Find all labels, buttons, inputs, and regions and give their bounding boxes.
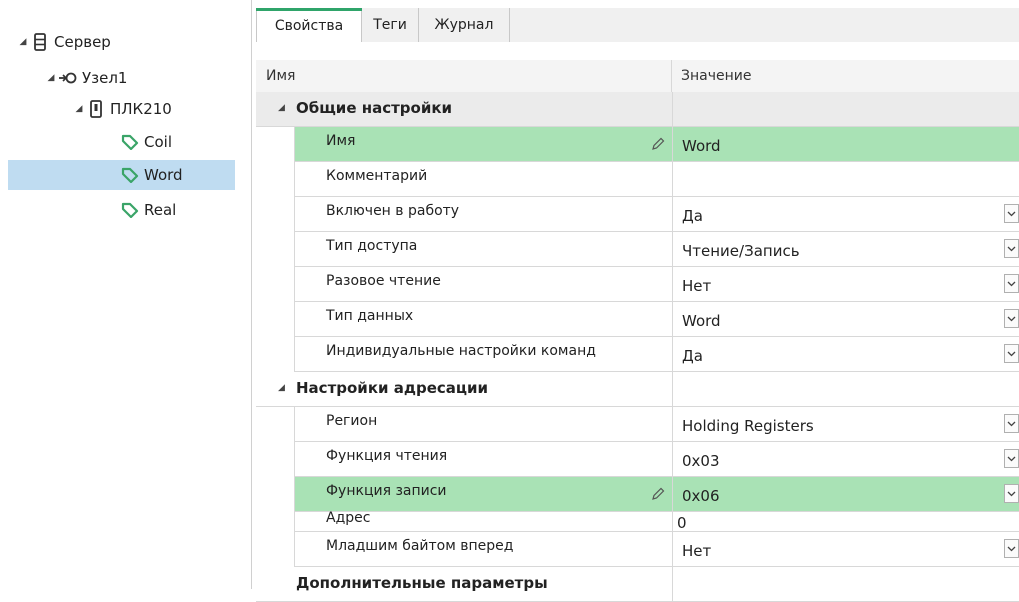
tab-properties[interactable]: Свойства [256,8,362,43]
property-value[interactable]: 0x06 [682,487,720,505]
tab-strip: Свойства Теги Журнал [256,8,1019,43]
chevron-down-icon [1007,281,1016,286]
tree-node-server[interactable]: ◢ Сервер [16,27,111,57]
property-row-enabled[interactable]: Включен в работу Да [256,197,1019,232]
tag-icon [120,132,140,152]
property-name: Функция чтения [326,448,448,464]
dropdown-button[interactable] [1004,344,1019,363]
property-name: Адрес [326,510,371,526]
project-tree: ◢ Сервер ◢ Узел1 ◢ ПЛК210 Coil Word Real [0,0,250,589]
chevron-down-icon [1007,421,1016,426]
property-value[interactable]: Чтение/Запись [682,242,800,260]
property-grid: Имя Значение ◢ Общие настройки Имя Word … [256,42,1019,602]
tree-node-label: Coil [144,133,172,151]
property-row-region[interactable]: Регион Holding Registers [256,407,1019,442]
column-header-name[interactable]: Имя [266,60,295,92]
property-row-address[interactable]: Адрес 0 [256,510,1019,532]
expand-caret-icon[interactable]: ◢ [72,104,86,114]
category-label: Общие настройки [296,99,453,117]
property-row-access-type[interactable]: Тип доступа Чтение/Запись [256,232,1019,267]
property-row-comment[interactable]: Комментарий [256,162,1019,197]
tree-node-plc[interactable]: ◢ ПЛК210 [72,94,172,124]
category-label: Дополнительные параметры [296,574,548,592]
tree-node-label: ПЛК210 [110,100,172,118]
tree-node-label: Узел1 [82,69,128,87]
property-value[interactable]: Да [682,347,703,365]
dropdown-button[interactable] [1004,274,1019,293]
tree-node-label: Word [144,166,183,184]
property-row-individual-commands[interactable]: Индивидуальные настройки команд Да [256,337,1019,372]
property-value[interactable]: Нет [682,277,711,295]
plc-device-icon [86,99,106,119]
property-value[interactable]: Нет [682,542,711,560]
property-row-name[interactable]: Имя Word [256,127,1019,162]
property-value[interactable]: Holding Registers [682,417,814,435]
category-general[interactable]: ◢ Общие настройки [256,92,1019,127]
panel-divider[interactable] [251,0,252,589]
dropdown-button[interactable] [1004,484,1019,503]
collapse-caret-icon[interactable]: ◢ [278,103,285,113]
property-row-write-function[interactable]: Функция записи 0x06 [256,477,1019,512]
tag-icon [120,165,140,185]
property-name: Тип данных [326,308,414,324]
property-row-low-byte-first[interactable]: Младшим байтом вперед Нет [256,532,1019,567]
tab-journal[interactable]: Журнал [419,8,510,42]
column-divider[interactable] [671,60,672,92]
property-name: Имя [326,133,356,149]
dropdown-button[interactable] [1004,414,1019,433]
property-value[interactable]: Да [682,207,703,225]
chevron-down-icon [1007,491,1016,496]
property-name: Включен в работу [326,203,460,219]
property-name: Регион [326,413,378,429]
category-extra-parameters[interactable]: Дополнительные параметры [256,567,1019,602]
pencil-icon [652,137,665,150]
tree-tag-coil[interactable]: Coil [120,127,172,157]
property-name: Индивидуальные настройки команд [326,343,596,359]
category-addressing[interactable]: ◢ Настройки адресации [256,372,1019,407]
tag-icon [120,200,140,220]
property-name: Тип доступа [326,238,418,254]
property-value[interactable]: Word [682,312,721,330]
tree-node-uzel[interactable]: ◢ Узел1 [44,63,128,93]
tree-node-label: Real [144,201,177,219]
dropdown-button[interactable] [1004,309,1019,328]
property-name: Комментарий [326,168,428,184]
property-row-data-type[interactable]: Тип данных Word [256,302,1019,337]
dropdown-button[interactable] [1004,449,1019,468]
column-header-value[interactable]: Значение [681,60,751,92]
property-row-read-function[interactable]: Функция чтения 0x03 [256,442,1019,477]
tab-tags[interactable]: Теги [362,8,419,42]
property-name: Функция записи [326,483,447,499]
property-name: Младшим байтом вперед [326,538,514,554]
chevron-down-icon [1007,246,1016,251]
collapse-caret-icon[interactable]: ◢ [278,383,285,393]
expand-caret-icon[interactable]: ◢ [44,73,58,83]
tree-tag-word[interactable]: Word [8,160,235,190]
chevron-down-icon [1007,316,1016,321]
property-value[interactable]: 0x03 [682,452,720,470]
chevron-down-icon [1007,546,1016,551]
property-value[interactable]: 0 [677,514,687,532]
property-name: Разовое чтение [326,273,441,289]
node-connection-icon [58,68,78,88]
chevron-down-icon [1007,456,1016,461]
dropdown-button[interactable] [1004,204,1019,223]
chevron-down-icon [1007,211,1016,216]
tree-tag-real[interactable]: Real [120,195,176,225]
server-icon [30,32,50,52]
tree-node-label: Сервер [54,33,111,51]
grid-header: Имя Значение [256,60,1019,93]
dropdown-button[interactable] [1004,539,1019,558]
property-value[interactable]: Word [682,137,721,155]
dropdown-button[interactable] [1004,239,1019,258]
chevron-down-icon [1007,351,1016,356]
property-row-single-read[interactable]: Разовое чтение Нет [256,267,1019,302]
expand-caret-icon[interactable]: ◢ [16,37,30,47]
category-label: Настройки адресации [296,379,489,397]
pencil-icon [652,487,665,500]
